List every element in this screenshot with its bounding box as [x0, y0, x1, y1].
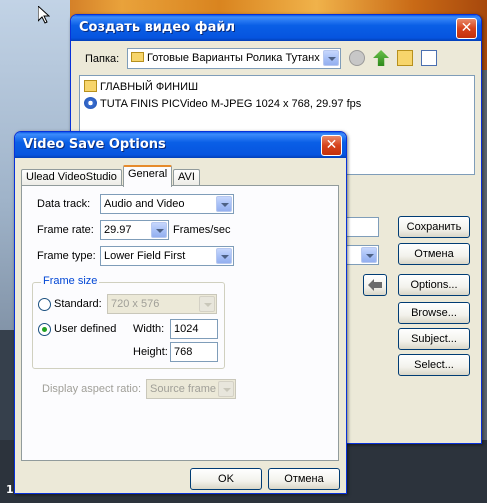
list-item[interactable]: ГЛАВНЫЙ ФИНИШ [84, 79, 198, 95]
cancel-button[interactable]: Отмена [268, 468, 340, 490]
preview-button[interactable] [363, 274, 387, 296]
browse-button[interactable]: Browse... [398, 302, 470, 324]
list-item-label: TUTA FINIS PICVideo M-JPEG 1024 x 768, 2… [100, 98, 362, 110]
data-track-select[interactable]: Audio and Video [100, 194, 234, 214]
display-aspect-label: Display aspect ratio: [42, 383, 142, 395]
chevron-down-icon[interactable] [216, 248, 232, 264]
folder-combo-value: Готовые Варианты Ролика Тутанх [147, 52, 320, 64]
close-icon[interactable]: ✕ [456, 18, 477, 39]
close-icon[interactable]: ✕ [321, 135, 342, 156]
frame-size-group: Frame size Standard: 720 x 576 User defi… [32, 275, 225, 369]
tab-ulead-videostudio[interactable]: Ulead VideoStudio [21, 169, 122, 186]
frame-type-select[interactable]: Lower Field First [100, 246, 234, 266]
chevron-down-icon[interactable] [199, 296, 215, 312]
frame-rate-select[interactable]: 29.97 [100, 220, 169, 240]
height-input[interactable]: 768 [170, 342, 218, 362]
data-track-label: Data track: [37, 198, 91, 210]
save-button[interactable]: Сохранить [398, 216, 470, 238]
frame-size-title: Frame size [41, 275, 100, 287]
subject-button[interactable]: Subject... [398, 328, 470, 350]
tab-general[interactable]: General [123, 165, 173, 187]
data-track-value: Audio and Video [104, 198, 185, 210]
arrow-left-icon [368, 279, 382, 291]
chevron-down-icon[interactable] [218, 381, 234, 397]
frame-rate-value: 29.97 [104, 224, 132, 236]
display-aspect-select[interactable]: Source frame si [146, 379, 236, 399]
frame-type-label: Frame type: [37, 250, 96, 262]
frame-rate-unit: Frames/sec [173, 224, 231, 236]
up-folder-icon[interactable] [373, 50, 390, 66]
back-icon[interactable] [349, 50, 365, 66]
standard-size-value: 720 x 576 [111, 298, 160, 310]
select-button[interactable]: Select... [398, 354, 470, 376]
folder-icon [131, 52, 144, 62]
display-aspect-value: Source frame si [150, 383, 228, 395]
folder-label: Папка: [85, 53, 120, 65]
video-save-options-titlebar[interactable]: Video Save Options ✕ [15, 132, 346, 158]
standard-label: Standard: [54, 298, 102, 310]
options-button[interactable]: Options... [398, 274, 470, 296]
video-save-options-title: Video Save Options [23, 137, 166, 152]
general-tab-panel: Data track: Audio and Video Frame rate: … [21, 185, 339, 461]
chevron-down-icon[interactable] [323, 50, 339, 66]
user-defined-label: User defined [54, 323, 117, 335]
new-folder-icon[interactable] [397, 50, 414, 66]
chevron-down-icon[interactable] [361, 247, 377, 263]
file-type-select[interactable] [346, 245, 379, 265]
cancel-button[interactable]: Отмена [398, 243, 470, 265]
standard-size-select[interactable]: 720 x 576 [107, 294, 217, 314]
create-video-file-title: Создать видео файл [79, 20, 235, 35]
user-defined-radio[interactable] [38, 323, 51, 336]
height-label: Height: [133, 346, 168, 358]
frame-type-value: Lower Field First [104, 250, 186, 262]
ok-button[interactable]: OK [190, 468, 262, 490]
tab-avi[interactable]: AVI [173, 169, 200, 186]
mouse-cursor-icon [38, 6, 50, 24]
list-item-label: ГЛАВНЫЙ ФИНИШ [100, 81, 199, 93]
list-item[interactable]: TUTA FINIS PICVideo M-JPEG 1024 x 768, 2… [84, 96, 361, 112]
video-save-options-dialog: Video Save Options ✕ Ulead VideoStudio G… [14, 131, 347, 494]
chevron-down-icon[interactable] [216, 196, 232, 212]
frame-rate-label: Frame rate: [37, 224, 94, 236]
folder-icon [84, 80, 97, 92]
create-video-file-titlebar[interactable]: Создать видео файл ✕ [71, 15, 481, 41]
standard-radio[interactable] [38, 298, 51, 311]
view-menu-icon[interactable] [421, 50, 438, 66]
width-label: Width: [133, 323, 165, 335]
folder-nav-toolbar [349, 50, 442, 68]
video-file-icon [84, 97, 97, 109]
file-name-input[interactable] [346, 217, 379, 237]
folder-combo[interactable]: Готовые Варианты Ролика Тутанх [127, 48, 341, 69]
chevron-down-icon[interactable] [151, 222, 167, 238]
width-input[interactable]: 1024 [170, 319, 218, 339]
